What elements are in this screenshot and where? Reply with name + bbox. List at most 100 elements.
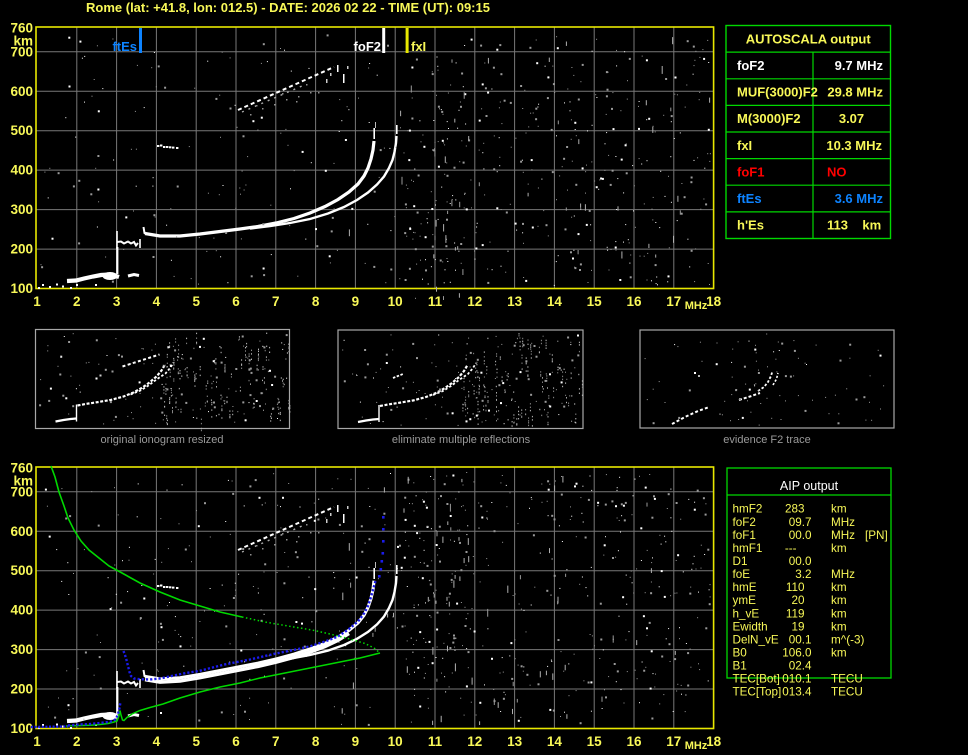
svg-text:B0: B0 <box>733 647 748 660</box>
svg-text:4: 4 <box>153 294 161 309</box>
svg-text:TECU: TECU <box>831 686 863 699</box>
svg-text:hmF2: hmF2 <box>733 503 763 516</box>
svg-text:6: 6 <box>232 294 240 309</box>
svg-text:2: 2 <box>73 734 81 749</box>
svg-text:evidence F2 trace: evidence F2 trace <box>723 434 810 446</box>
svg-text:09.7: 09.7 <box>789 516 812 529</box>
svg-text:18: 18 <box>706 294 722 309</box>
svg-text:4: 4 <box>153 734 161 749</box>
svg-text:6: 6 <box>232 734 240 749</box>
svg-text:300: 300 <box>10 642 33 657</box>
svg-text:1: 1 <box>33 294 41 309</box>
svg-text:foF2: foF2 <box>733 516 756 529</box>
svg-text:NO: NO <box>827 164 847 179</box>
svg-text:12: 12 <box>467 734 482 749</box>
svg-text:eliminate multiple reflections: eliminate multiple reflections <box>392 434 531 446</box>
svg-text:500: 500 <box>10 123 33 138</box>
svg-text:283: 283 <box>785 503 805 516</box>
svg-text:MHz: MHz <box>685 300 708 312</box>
svg-text:D1: D1 <box>733 555 748 568</box>
svg-text:5: 5 <box>192 294 200 309</box>
svg-text:5: 5 <box>192 734 200 749</box>
svg-text:[PN]: [PN] <box>865 529 888 542</box>
svg-text:foF2: foF2 <box>737 58 764 73</box>
svg-text:3: 3 <box>113 294 121 309</box>
svg-text:9.7 MHz: 9.7 MHz <box>835 58 884 73</box>
svg-text:hmF1: hmF1 <box>733 542 763 555</box>
svg-text:8: 8 <box>312 734 320 749</box>
svg-text:original ionogram resized: original ionogram resized <box>101 434 224 446</box>
svg-text:3.2: 3.2 <box>795 568 811 581</box>
svg-text:16: 16 <box>626 734 642 749</box>
svg-text:00.0: 00.0 <box>789 529 812 542</box>
svg-text:113 km: 113 km <box>827 218 881 233</box>
svg-text:15: 15 <box>587 294 603 309</box>
svg-text:10.3 MHz: 10.3 MHz <box>826 138 882 153</box>
svg-text:13: 13 <box>507 294 523 309</box>
svg-text:110: 110 <box>786 581 805 594</box>
svg-text:16: 16 <box>626 294 642 309</box>
svg-text:00.1: 00.1 <box>789 633 812 646</box>
svg-text:500: 500 <box>10 563 33 578</box>
svg-text:km: km <box>831 542 847 555</box>
svg-text:19: 19 <box>791 620 804 633</box>
svg-text:---: --- <box>785 542 797 555</box>
svg-text:2: 2 <box>73 294 81 309</box>
svg-text:TECU: TECU <box>831 673 863 686</box>
svg-text:200: 200 <box>10 682 33 697</box>
svg-text:29.8 MHz: 29.8 MHz <box>827 85 883 100</box>
svg-text:18: 18 <box>706 734 722 749</box>
svg-text:MHz: MHz <box>831 516 855 529</box>
svg-text:TEC[Top]: TEC[Top] <box>733 686 782 699</box>
svg-text:100: 100 <box>10 721 33 736</box>
svg-text:400: 400 <box>10 163 33 178</box>
svg-text:AIP output: AIP output <box>780 479 839 493</box>
svg-text:11: 11 <box>428 294 443 309</box>
svg-text:010.1: 010.1 <box>782 673 811 686</box>
svg-text:600: 600 <box>10 524 33 539</box>
svg-text:7: 7 <box>272 294 280 309</box>
svg-text:3: 3 <box>113 734 121 749</box>
svg-text:12: 12 <box>467 294 482 309</box>
svg-text:fxI: fxI <box>737 138 752 153</box>
svg-text:ymE: ymE <box>733 594 757 607</box>
svg-text:km: km <box>831 620 847 633</box>
svg-text:B1: B1 <box>733 660 747 673</box>
svg-text:h_vE: h_vE <box>733 607 760 620</box>
svg-text:106.0: 106.0 <box>782 647 812 660</box>
svg-text:foF2: foF2 <box>354 39 381 54</box>
svg-text:3.6 MHz: 3.6 MHz <box>835 191 884 206</box>
svg-text:11: 11 <box>428 734 443 749</box>
svg-text:700: 700 <box>10 44 33 59</box>
svg-text:3.07: 3.07 <box>839 111 864 126</box>
svg-text:8: 8 <box>312 294 320 309</box>
svg-text:km: km <box>831 581 847 594</box>
svg-text:MUF(3000)F2: MUF(3000)F2 <box>737 85 818 100</box>
svg-text:400: 400 <box>10 603 33 618</box>
svg-text:200: 200 <box>10 242 33 257</box>
svg-text:TEC[Bot]: TEC[Bot] <box>733 673 780 686</box>
svg-text:20: 20 <box>791 594 805 607</box>
svg-text:Ewidth: Ewidth <box>733 620 768 633</box>
svg-text:10: 10 <box>388 734 403 749</box>
svg-text:119: 119 <box>786 607 805 620</box>
svg-text:10: 10 <box>388 294 403 309</box>
svg-text:m^(-3): m^(-3) <box>831 633 865 646</box>
svg-text:600: 600 <box>10 84 33 99</box>
svg-text:Rome (lat: +41.8, lon: 012.5): Rome (lat: +41.8, lon: 012.5) - DATE: 20… <box>86 0 490 15</box>
svg-text:km: km <box>831 503 847 516</box>
svg-text:km: km <box>831 647 847 660</box>
svg-text:km: km <box>831 594 847 607</box>
svg-text:foF1: foF1 <box>737 164 764 179</box>
svg-text:MHz: MHz <box>831 529 855 542</box>
svg-text:7: 7 <box>272 734 280 749</box>
svg-text:AUTOSCALA output: AUTOSCALA output <box>746 31 872 46</box>
svg-text:17: 17 <box>666 294 681 309</box>
svg-text:foE: foE <box>733 568 751 581</box>
svg-text:MHz: MHz <box>831 568 855 581</box>
svg-text:02.4: 02.4 <box>789 660 812 673</box>
svg-text:M(3000)F2: M(3000)F2 <box>737 111 801 126</box>
svg-text:700: 700 <box>10 484 33 499</box>
svg-text:DelN_vE: DelN_vE <box>733 633 779 646</box>
svg-text:17: 17 <box>666 734 681 749</box>
